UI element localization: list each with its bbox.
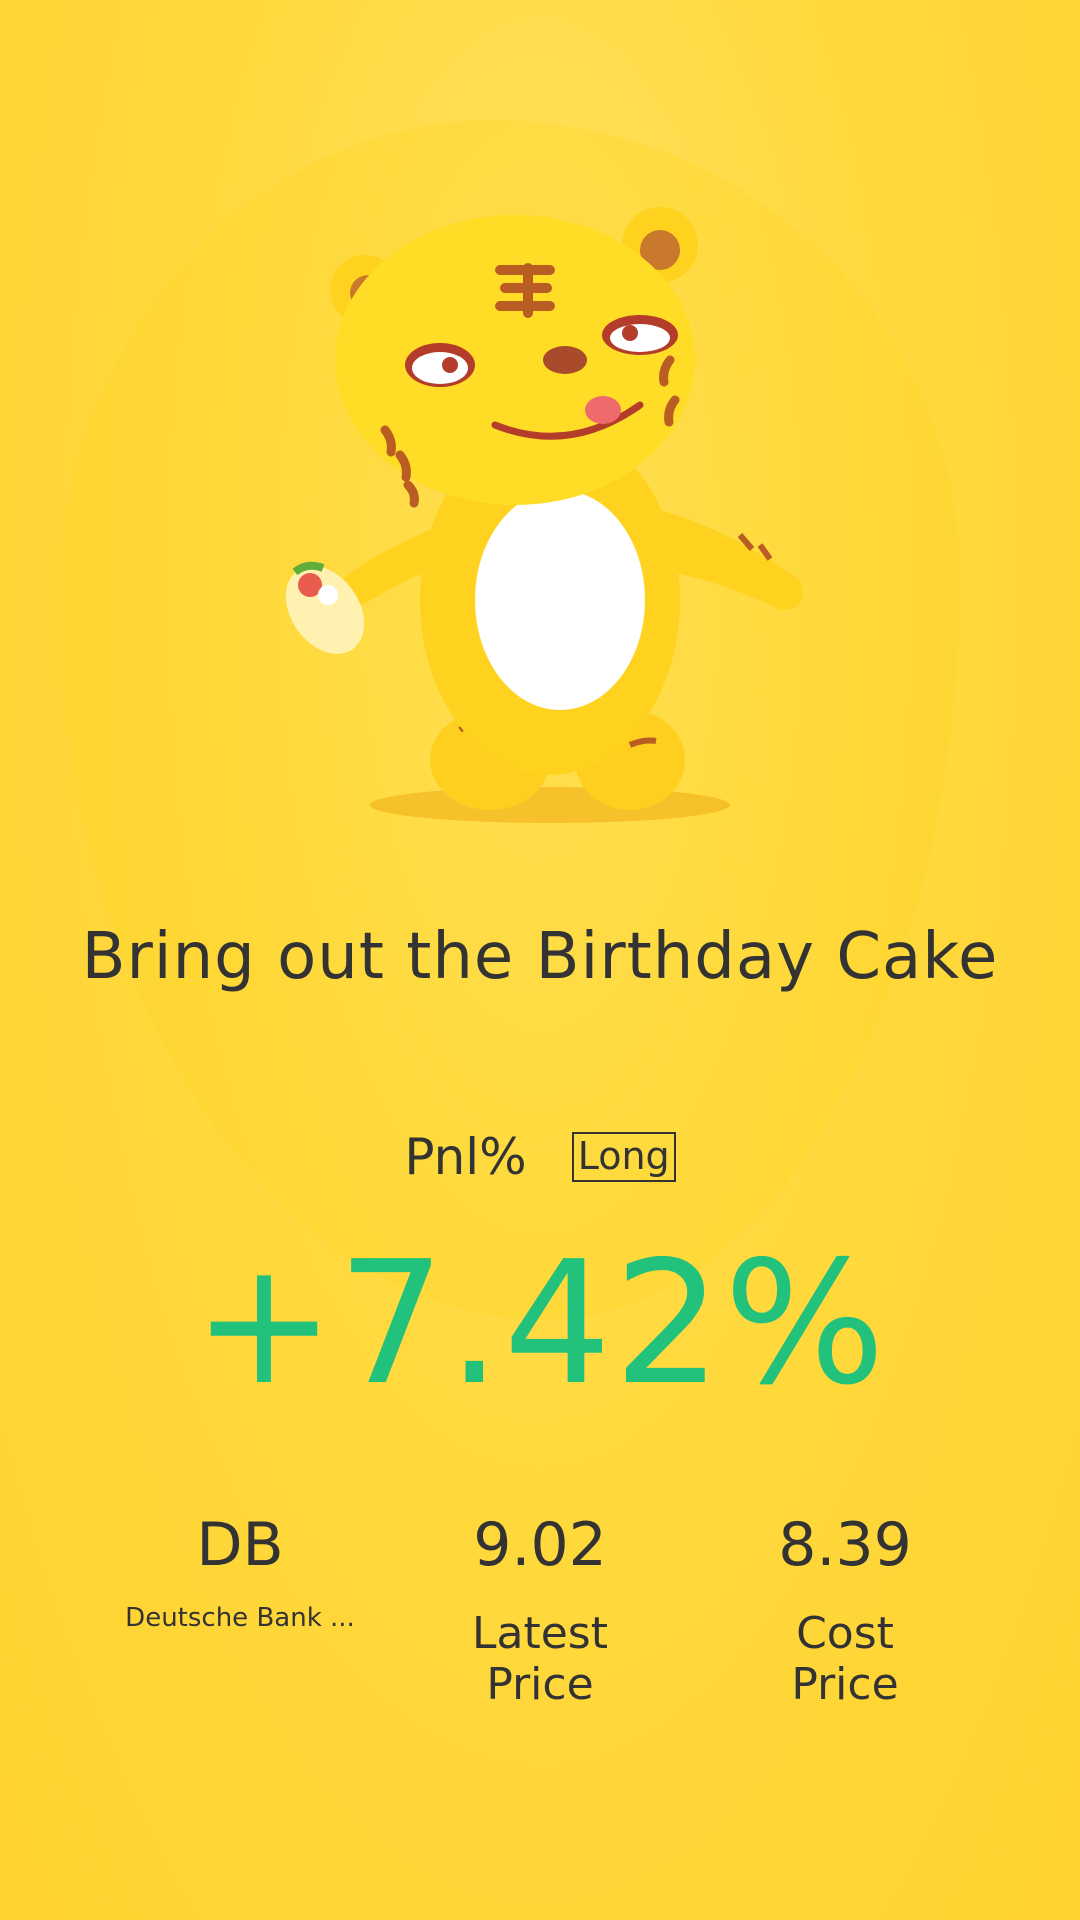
cost-price-stat: 8.39 Cost Price [695,1515,995,1710]
company-name: Deutsche Bank ... [125,1603,355,1633]
latest-price-value: 9.02 [473,1510,607,1580]
cost-price-label: Cost Price [695,1608,995,1710]
latest-price-stat: 9.02 Latest Price [390,1515,690,1710]
cost-price-label-line1: Cost [796,1608,894,1659]
latest-price-label-line2: Price [486,1658,594,1710]
pnl-value: +7.42% [192,1225,888,1423]
pnl-header: Pnl% Long [0,1128,1080,1186]
cost-price-value: 8.39 [778,1510,912,1580]
ticker-stat: DB Deutsche Bank ... [90,1515,390,1633]
pnl-label: Pnl% [404,1128,527,1186]
latest-price-label-line1: Latest [472,1608,608,1659]
headline: Bring out the Birthday Cake [81,920,999,994]
position-tag: Long [571,1132,676,1182]
ticker-symbol: DB [196,1510,284,1580]
latest-price-label: Latest Price [390,1608,690,1710]
tiger-mascot-icon [285,207,803,823]
cost-price-label-line2: Price [791,1658,899,1710]
